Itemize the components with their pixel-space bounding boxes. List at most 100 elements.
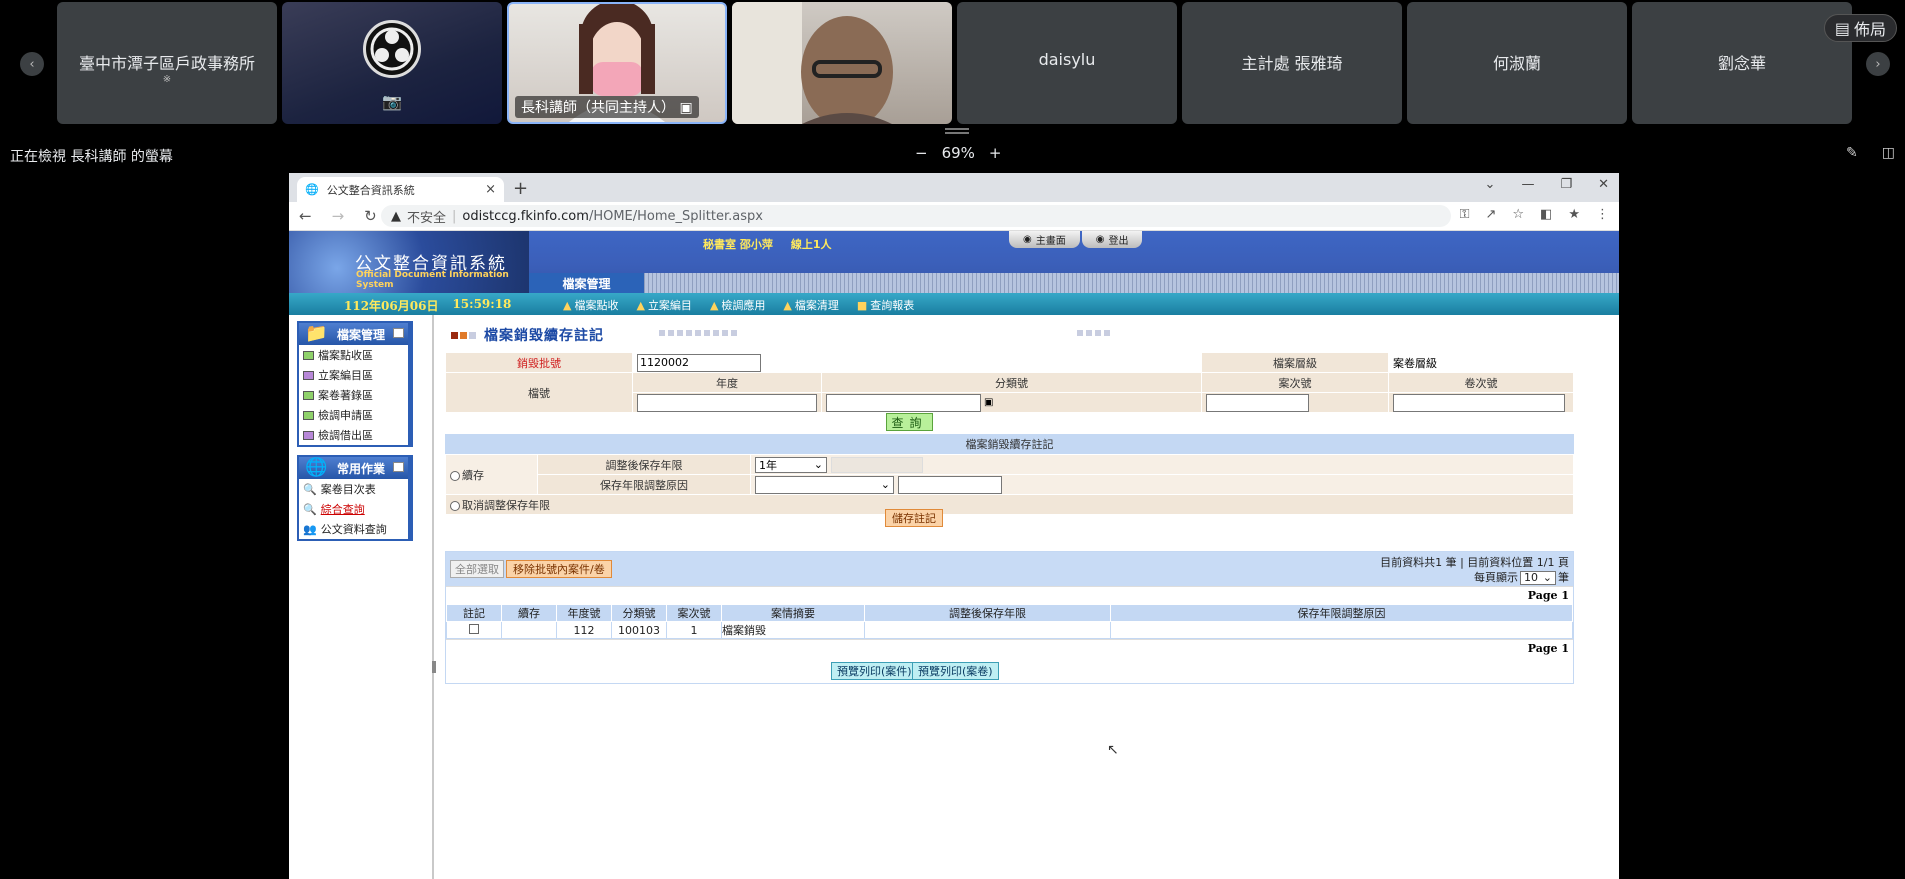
next-participants-button[interactable]: › xyxy=(1866,52,1890,76)
close-window-icon[interactable]: ✕ xyxy=(1598,177,1609,192)
sidebar-item[interactable]: 檢調申請區 xyxy=(299,405,408,425)
col-header: 案次號 xyxy=(666,604,722,622)
clean-icon: ▲ xyxy=(783,299,792,312)
row-checkbox[interactable] xyxy=(469,623,479,634)
sidebar-item[interactable]: 🔍 案卷目次表 xyxy=(299,479,408,499)
result-list: 全部選取 移除批號內案件/卷 目前資料共1 筆 | 目前資料位置 1/1 頁 每… xyxy=(445,551,1574,684)
sidepanel-icon[interactable]: ◧ xyxy=(1540,207,1552,222)
home-button[interactable]: ◉ 主畫面 xyxy=(1009,231,1080,248)
panel-header: 📁 檔案管理 xyxy=(299,323,408,345)
reason-input[interactable] xyxy=(898,475,1002,494)
submenu-item[interactable]: ▲ 檢調應用 xyxy=(710,297,765,313)
minimize-panel-button[interactable] xyxy=(393,328,404,338)
module-tab-archive[interactable]: 檔案管理 xyxy=(529,273,644,293)
key-icon[interactable]: ⚿ xyxy=(1460,207,1470,222)
sidebar-item[interactable]: 👥 公文資料查詢 xyxy=(299,519,408,539)
sidebar-collapse-handle[interactable] xyxy=(432,661,436,673)
reason-select[interactable]: ⌄ xyxy=(755,475,894,494)
tab-search-icon[interactable]: ⌄ xyxy=(1485,177,1496,192)
participant-tile-camera[interactable] xyxy=(732,2,952,124)
reload-icon[interactable]: ↻ xyxy=(364,207,377,225)
current-date: 112年06月06日 xyxy=(344,299,439,313)
select-all-button[interactable]: 全部選取 xyxy=(450,560,504,578)
strip-resize-handle[interactable] xyxy=(945,128,969,134)
participant-tile-obs[interactable]: 📷 xyxy=(282,2,502,124)
current-time: 15:59:18 xyxy=(452,297,512,311)
submenu-item[interactable]: ▲ 檔案清理 xyxy=(783,297,838,313)
reason-cell xyxy=(1110,621,1573,639)
submenu-item[interactable]: ■ 查詢報表 xyxy=(857,297,914,313)
keep-radio[interactable] xyxy=(450,470,460,481)
save-note-button[interactable]: 儲存註記 xyxy=(885,509,943,527)
case-input[interactable] xyxy=(1206,393,1309,412)
participant-tile-presenter[interactable]: 長科講師（共同主持人） ▣ xyxy=(507,2,727,124)
chevron-down-icon: ⌄ xyxy=(813,458,823,471)
volume-input[interactable] xyxy=(1393,393,1565,412)
logout-icon: ◉ xyxy=(1095,234,1105,245)
preview-print-case-button[interactable]: 預覽列印(案件) xyxy=(831,662,918,680)
participant-tile[interactable]: 臺中市潭子區戶政事務所 ※ xyxy=(57,2,277,124)
participant-tile[interactable]: 何淑蘭 xyxy=(1407,2,1627,124)
zoom-controls: − 69% + xyxy=(915,144,1002,162)
star-icon[interactable]: ☆ xyxy=(1512,207,1524,222)
popout-icon[interactable]: ◫ xyxy=(1882,145,1895,161)
share-icon[interactable]: ↗ xyxy=(1485,207,1496,222)
zoom-out-button[interactable]: − xyxy=(915,144,928,162)
browser-tab[interactable]: 🌐 公文整合資訊系統 × xyxy=(297,177,504,202)
title-marker-icon xyxy=(451,331,476,339)
year-input[interactable] xyxy=(637,393,817,412)
participant-tile[interactable]: 劉念華 xyxy=(1632,2,1852,124)
per-page-select[interactable]: 10 ⌄ xyxy=(1520,570,1556,585)
page-indicator-bottom: Page 1 xyxy=(446,639,1573,659)
back-icon[interactable]: ← xyxy=(299,207,312,225)
sidebar-item[interactable]: 🔍 綜合查詢 xyxy=(299,499,408,519)
minimize-panel-button[interactable] xyxy=(393,462,404,472)
system-subtitle: Official Document Information System xyxy=(356,270,509,290)
query-button[interactable]: 查詢 xyxy=(886,413,933,431)
col-header: 保存年限調整原因 xyxy=(1110,604,1573,622)
sidebar-item[interactable]: 檢調借出區 xyxy=(299,425,408,445)
tab-close-button[interactable]: × xyxy=(485,182,496,197)
search-icon: 🔍 xyxy=(303,502,317,516)
zoom-in-button[interactable]: + xyxy=(989,144,1002,162)
batch-label: 銷毀批號 xyxy=(445,352,633,373)
more-icon[interactable]: ⋮ xyxy=(1596,207,1609,222)
preview-print-volume-button[interactable]: 預覽列印(案卷) xyxy=(912,662,999,680)
logout-button[interactable]: ◉ 登出 xyxy=(1081,231,1143,248)
section-title: 檔案銷毀續存註記 xyxy=(445,434,1574,454)
remove-items-button[interactable]: 移除批號內案件/卷 xyxy=(506,560,612,578)
chevron-down-icon: ⌄ xyxy=(1542,571,1552,584)
minimize-icon[interactable]: — xyxy=(1521,177,1534,192)
mouse-cursor-icon: ↖ xyxy=(1107,742,1119,758)
annotate-icon[interactable]: ✎ xyxy=(1846,145,1858,161)
participant-tile[interactable]: 主計處 張雅琦 xyxy=(1182,2,1402,124)
class-input[interactable] xyxy=(826,393,981,412)
volume-header: 卷次號 xyxy=(1388,372,1574,393)
col-header: 註記 xyxy=(446,604,502,622)
prev-participants-button[interactable]: ‹ xyxy=(20,52,44,76)
cancel-radio[interactable] xyxy=(450,500,460,511)
retention-form: 續存 調整後保存年限 1年 ⌄ 保存年限調整原因 ⌄ 取消調整保存年限 xyxy=(445,454,1574,515)
restore-icon[interactable]: ❐ xyxy=(1560,177,1572,192)
report-icon: ■ xyxy=(856,299,868,312)
batch-number-input[interactable]: 1120002 xyxy=(637,353,761,372)
period-cell xyxy=(864,621,1111,639)
sidebar-item[interactable]: 檔案點收區 xyxy=(299,345,408,365)
participant-tile[interactable]: daisylu xyxy=(957,2,1177,124)
sidebar-item[interactable]: 立案編目區 xyxy=(299,365,408,385)
submenu-item[interactable]: ▲ 檔案點收 xyxy=(563,297,618,313)
col-header: 調整後保存年限 xyxy=(864,604,1111,622)
new-tab-button[interactable]: + xyxy=(513,178,528,199)
lookup-icon[interactable]: ▣ xyxy=(984,397,993,408)
layout-button[interactable]: ▤ 佈局 xyxy=(1823,14,1897,42)
decorative-dots xyxy=(659,330,737,336)
col-header: 案情摘要 xyxy=(721,604,865,622)
class-header: 分類號 xyxy=(821,372,1202,393)
extension-icon[interactable]: ★ xyxy=(1568,207,1580,222)
submenu-item[interactable]: ▲ 立案編目 xyxy=(636,297,691,313)
url-field[interactable]: ▲ 不安全 | odistccg.fkinfo.com/HOME/Home_Sp… xyxy=(381,205,1451,227)
sidebar-item[interactable]: 案卷著錄區 xyxy=(299,385,408,405)
col-header: 分類號 xyxy=(611,604,667,622)
period-select[interactable]: 1年 ⌄ xyxy=(755,456,827,473)
forward-icon[interactable]: → xyxy=(332,207,345,225)
